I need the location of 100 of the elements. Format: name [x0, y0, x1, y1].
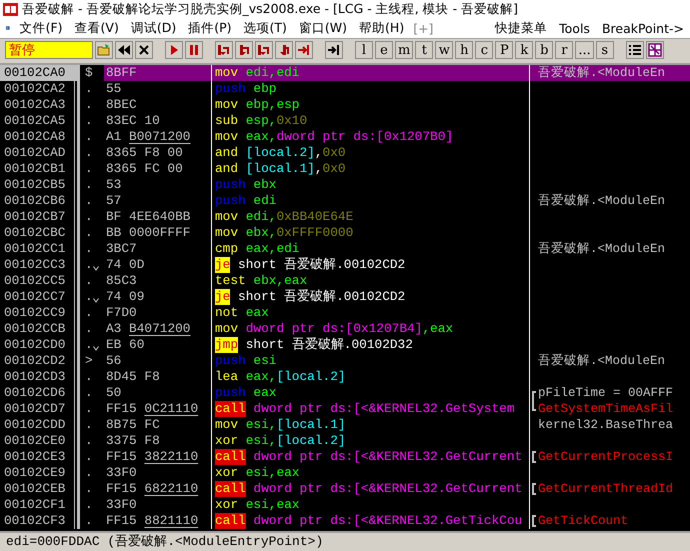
menu-item[interactable]: 选项(T) [238, 20, 293, 36]
address-cell[interactable]: 00102CA5 [0, 113, 78, 129]
menu-item[interactable]: 窗口(W) [292, 20, 354, 36]
address-cell[interactable]: 00102CDD [0, 417, 78, 433]
address-cell[interactable]: 00102CC3 [0, 257, 78, 273]
menu-item[interactable]: 插件(P) [182, 20, 238, 36]
return-icon[interactable] [295, 41, 313, 59]
marker-cell: . [85, 193, 93, 209]
window-button[interactable]: w [435, 41, 454, 59]
address-cell[interactable]: 00102CA3 [0, 97, 78, 113]
address-cell[interactable]: 00102CC5 [0, 273, 78, 289]
disassembly-cell: mov eax,dword ptr ds:[0x1207B0] [212, 129, 530, 145]
address-cell[interactable]: 00102CD7 [0, 401, 78, 417]
address-cell[interactable]: 00102CB1 [0, 161, 78, 177]
hex-cell: A3 B4071200 [104, 321, 212, 337]
hex-cell: F7D0 [104, 305, 212, 321]
address-cell[interactable]: 00102CC1 [0, 241, 78, 257]
marker-cell: . [85, 161, 93, 177]
address-cell[interactable]: 00102CD6 [0, 385, 78, 401]
disassembly-cell: je short 吾爱破解.00102CD2 [212, 257, 530, 273]
disassembly-cell: and [local.1],0x0 [212, 161, 530, 177]
rewind-icon[interactable] [115, 41, 133, 59]
disassembly-cell: not eax [212, 305, 530, 321]
marker-cell: . [85, 289, 93, 305]
hex-cell: 3375 F8 [104, 433, 212, 449]
window-button[interactable]: s [596, 41, 614, 59]
close-icon[interactable] [135, 41, 153, 59]
address-cell[interactable]: 00102CE9 [0, 465, 78, 481]
hex-cell: FF15 0C21110 [104, 401, 212, 417]
disassembly-cell: and [local.2],0x0 [212, 145, 530, 161]
address-cell[interactable]: 00102CD3 [0, 369, 78, 385]
window-title: 吾爱破解 - 吾爱破解论坛学习脱壳实例_vs2008.exe - [LCG - 主线程, 模块 - 吾爱破解] [22, 0, 518, 18]
menu-item[interactable]: 文件(F) [14, 20, 69, 36]
comment-cell: GetTickCount [538, 513, 628, 529]
address-cell[interactable]: 00102CEB [0, 481, 78, 497]
marker-cell: . [85, 81, 93, 97]
menu-item[interactable]: 帮助(H) [353, 20, 410, 36]
disassembly-cell: call dword ptr ds:[<&KERNEL32.GetSystem [212, 401, 530, 417]
goto-icon[interactable] [325, 41, 343, 59]
address-cell[interactable]: 00102CD0 [0, 337, 78, 353]
menu-item[interactable]: 查看(V) [68, 20, 125, 36]
disassembly-cell: call dword ptr ds:[<&KERNEL32.GetCurrent [212, 481, 530, 497]
open-folder-icon[interactable] [95, 41, 113, 59]
list-icon[interactable] [626, 41, 644, 59]
disassembly-cell: je short 吾爱破解.00102CD2 [212, 289, 530, 305]
hex-cell: A1 B0071200 [104, 129, 212, 145]
hex-cell: FF15 6822110 [104, 481, 212, 497]
menu-item[interactable]: 调试(D) [124, 20, 182, 36]
comment-cell: pFileTime = 00AFFF [538, 385, 674, 401]
window-button[interactable]: m [395, 41, 414, 59]
menu-item[interactable]: 快捷菜单 [489, 20, 554, 36]
comment-cell: 吾爱破解.<ModuleEn [538, 241, 666, 257]
marker-cell: . [85, 241, 93, 257]
address-cell[interactable]: 00102CE0 [0, 433, 78, 449]
pause-icon[interactable] [185, 41, 203, 59]
address-cell[interactable]: 00102CA0 [0, 65, 78, 81]
window-button[interactable]: t [415, 41, 434, 59]
window-button[interactable]: c [475, 41, 494, 59]
hex-cell: EB 60 [104, 337, 212, 353]
address-cell[interactable]: 00102CB6 [0, 193, 78, 209]
hex-cell: 83EC 10 [104, 113, 212, 129]
comment-cell: GetCurrentProcessI [538, 449, 674, 465]
address-cell[interactable]: 00102CE3 [0, 449, 78, 465]
address-cell[interactable]: 00102CA8 [0, 129, 78, 145]
menu-item[interactable]: Tools [553, 20, 596, 36]
address-cell[interactable]: 00102CBC [0, 225, 78, 241]
address-cell[interactable]: 00102CAD [0, 145, 78, 161]
address-cell[interactable]: 00102CD2 [0, 353, 78, 369]
menu-item[interactable]: BreakPoint-> [596, 20, 690, 36]
marker-cell: . [85, 433, 93, 449]
comment-cell: 吾爱破解.<ModuleEn [538, 65, 666, 81]
window-button[interactable]: l [355, 41, 373, 59]
comment-cell: GetSystemTimeAsFil [538, 401, 674, 417]
hex-cell: 57 [104, 193, 212, 209]
address-cell[interactable]: 00102CC7 [0, 289, 78, 305]
marker-cell: . [85, 385, 93, 401]
address-cell[interactable]: 00102CC9 [0, 305, 78, 321]
disassembly-cell: push ebx [212, 177, 530, 193]
window-button[interactable]: h [455, 41, 474, 59]
window-button[interactable]: P [495, 41, 514, 59]
status-indicator: 暂停 [5, 41, 93, 59]
marker-cell: . [85, 225, 93, 241]
hex-cell: 8D45 F8 [104, 369, 212, 385]
hex-cell: 33F0 [104, 465, 212, 481]
window-button[interactable]: k [515, 41, 534, 59]
grid-icon[interactable] [646, 41, 664, 59]
play-icon[interactable] [165, 41, 183, 59]
window-button[interactable]: r [555, 41, 574, 59]
address-cell[interactable]: 00102CB5 [0, 177, 78, 193]
address-cell[interactable]: 00102CA2 [0, 81, 78, 97]
address-cell[interactable]: 00102CB7 [0, 209, 78, 225]
window-button[interactable]: ... [575, 41, 594, 59]
window-button[interactable]: b [535, 41, 554, 59]
disassembly-cell: sub esp,0x10 [212, 113, 530, 129]
window-button[interactable]: e [375, 41, 393, 59]
comment-cell: kernel32.BaseThrea [538, 417, 674, 433]
hex-cell: 33F0 [104, 497, 212, 513]
address-cell[interactable]: 00102CF1 [0, 497, 78, 513]
marker-cell: . [85, 401, 93, 417]
address-cell[interactable]: 00102CCB [0, 321, 78, 337]
